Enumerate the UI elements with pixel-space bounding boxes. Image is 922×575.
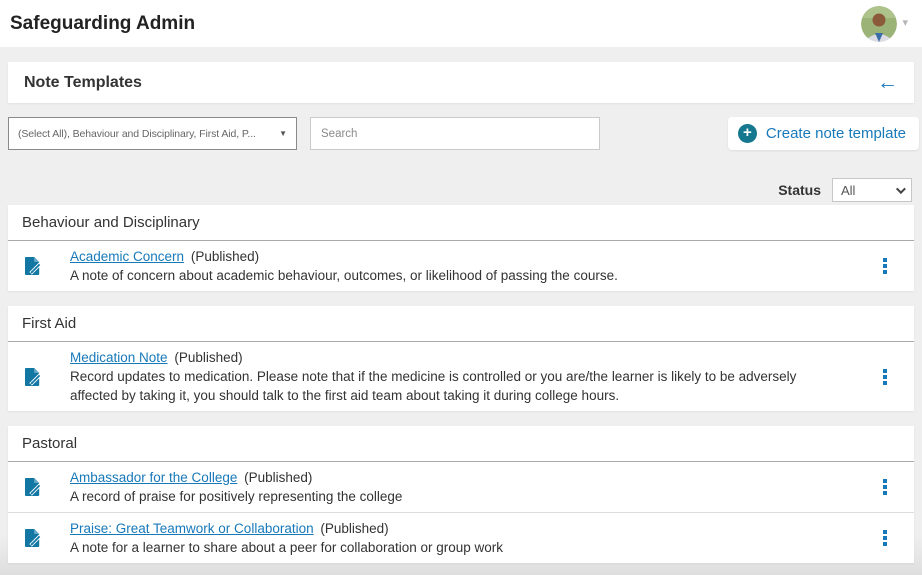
- template-description: A record of praise for positively repres…: [70, 487, 802, 506]
- note-edit-icon: [24, 477, 41, 497]
- kebab-menu-icon[interactable]: [880, 366, 890, 388]
- template-link[interactable]: Ambassador for the College: [70, 470, 237, 485]
- category-title: Pastoral: [8, 426, 914, 462]
- template-status: (Published): [244, 470, 312, 485]
- kebab-menu-icon[interactable]: [880, 476, 890, 498]
- page-title: Note Templates: [24, 74, 142, 92]
- template-text: Medication Note (Published) Record updat…: [70, 348, 802, 405]
- category-items: Ambassador for the College (Published) A…: [8, 462, 914, 563]
- note-edit-icon: [24, 528, 41, 548]
- template-row: Academic Concern (Published) A note of c…: [8, 241, 914, 291]
- template-text: Praise: Great Teamwork or Collaboration …: [70, 519, 802, 557]
- template-row: Ambassador for the College (Published) A…: [8, 462, 914, 512]
- template-category-section: Behaviour and Disciplinary Academic Conc…: [8, 205, 914, 291]
- note-edit-icon: [24, 256, 41, 276]
- category-filter-dropdown[interactable]: (Select All), Behaviour and Disciplinary…: [8, 117, 297, 150]
- chevron-down-icon: [896, 184, 906, 194]
- app-header: Safeguarding Admin ▾: [0, 0, 922, 47]
- category-items: Medication Note (Published) Record updat…: [8, 342, 914, 411]
- template-row: Praise: Great Teamwork or Collaboration …: [8, 512, 914, 563]
- category-title: Behaviour and Disciplinary: [8, 205, 914, 241]
- category-items: Academic Concern (Published) A note of c…: [8, 241, 914, 291]
- template-sections: Behaviour and Disciplinary Academic Conc…: [0, 205, 922, 563]
- create-note-template-button[interactable]: + Create note template: [728, 117, 919, 150]
- category-filter-value: (Select All), Behaviour and Disciplinary…: [18, 128, 271, 140]
- search-input[interactable]: [310, 117, 600, 150]
- user-menu-chevron-icon: ▾: [902, 18, 908, 29]
- user-avatar[interactable]: [861, 6, 897, 42]
- chevron-down-icon: ▼: [279, 129, 287, 138]
- template-category-section: Pastoral Ambassador for the College (Pub…: [8, 426, 914, 563]
- template-category-section: First Aid Medication Note (Published) Re…: [8, 306, 914, 411]
- template-link[interactable]: Praise: Great Teamwork or Collaboration: [70, 521, 314, 536]
- note-templates-panel-header: Note Templates ←: [8, 62, 914, 103]
- status-label: Status: [778, 182, 821, 198]
- back-button[interactable]: ←: [877, 72, 898, 93]
- template-text: Academic Concern (Published) A note of c…: [70, 247, 802, 285]
- template-link[interactable]: Academic Concern: [70, 249, 184, 264]
- note-edit-icon: [24, 367, 41, 387]
- template-description: A note of concern about academic behavio…: [70, 266, 802, 285]
- template-description: Record updates to medication. Please not…: [70, 367, 802, 405]
- template-status: (Published): [174, 350, 242, 365]
- template-status: (Published): [320, 521, 388, 536]
- app-title: Safeguarding Admin: [10, 13, 195, 35]
- category-title: First Aid: [8, 306, 914, 342]
- kebab-menu-icon[interactable]: [880, 527, 890, 549]
- status-filter-row: Status All: [0, 178, 912, 202]
- template-description: A note for a learner to share about a pe…: [70, 538, 802, 557]
- kebab-menu-icon[interactable]: [880, 255, 890, 277]
- status-select[interactable]: All: [832, 178, 912, 202]
- plus-icon: +: [738, 124, 757, 143]
- template-link[interactable]: Medication Note: [70, 350, 168, 365]
- status-selected-value: All: [841, 183, 855, 198]
- template-status: (Published): [191, 249, 259, 264]
- create-note-template-label: Create note template: [766, 125, 906, 142]
- template-row: Medication Note (Published) Record updat…: [8, 342, 914, 411]
- template-text: Ambassador for the College (Published) A…: [70, 468, 802, 506]
- user-menu[interactable]: ▾: [861, 6, 908, 42]
